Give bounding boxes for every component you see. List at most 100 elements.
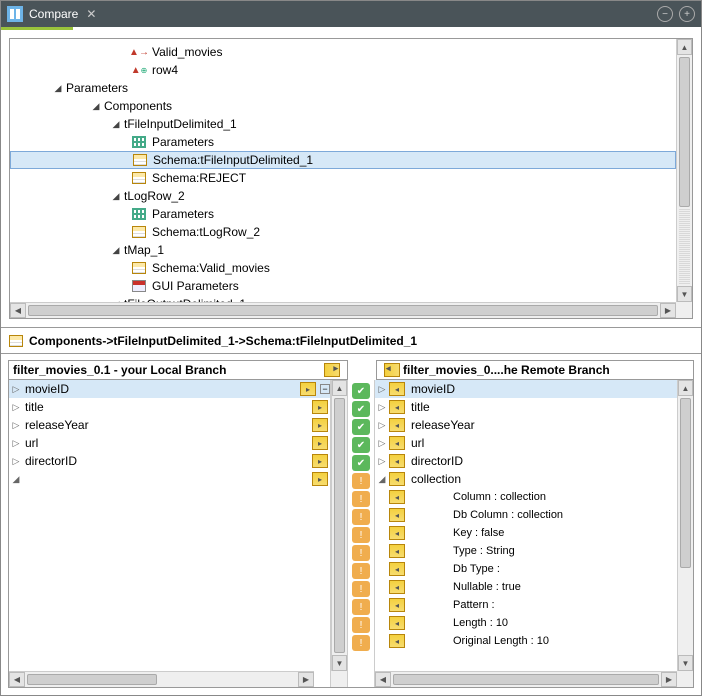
params-icon — [131, 207, 147, 221]
match-icon: ✔ — [352, 401, 370, 417]
tree-item[interactable]: Schema:tLogRow_2 — [150, 225, 260, 239]
tree-item-selected[interactable]: Schema:tFileInputDelimited_1 — [151, 153, 313, 167]
expand-toggle[interactable]: ▷ — [377, 384, 387, 395]
local-schema-list[interactable]: ▷movieID▸− ▷title▸ ▷releaseYear▸ ▷url▸ ▷… — [9, 380, 331, 687]
schema-icon — [132, 153, 148, 167]
field-item[interactable]: url — [407, 436, 424, 450]
tree-item[interactable]: Schema:REJECT — [150, 171, 246, 185]
remote-horizontal-scrollbar[interactable]: ◀▶ — [375, 671, 677, 687]
diff-icon: ! — [352, 527, 370, 543]
remote-branch-label: filter_movies_0....he Remote Branch — [403, 363, 610, 377]
remote-vertical-scrollbar[interactable]: ▲▼ — [677, 380, 693, 671]
field-item[interactable]: url — [21, 436, 310, 450]
tree-item[interactable]: Parameters — [150, 135, 214, 149]
copy-left-button[interactable]: ◂ — [389, 400, 405, 414]
expand-toggle[interactable]: ▷ — [377, 456, 387, 467]
diff-icon: ! — [352, 617, 370, 633]
copy-left-button[interactable]: ◂ — [389, 544, 405, 558]
tree-item[interactable]: tLogRow_2 — [122, 189, 185, 203]
field-detail: Type : String — [407, 545, 515, 557]
field-detail: Db Type : — [407, 563, 500, 575]
structure-tree[interactable]: ▲→Valid_movies ▲⊕row4 ◢Parameters ◢Compo… — [10, 39, 676, 302]
tree-item[interactable]: tMap_1 — [122, 243, 164, 257]
tree-item[interactable]: Components — [102, 99, 172, 113]
local-branch-label: filter_movies_0.1 - your Local Branch — [13, 363, 321, 377]
collapse-toggle[interactable]: ◢ — [377, 474, 387, 485]
expand-toggle[interactable]: ▷ — [377, 438, 387, 449]
remote-schema-list[interactable]: ▷◂movieID ▷◂title ▷◂releaseYear ▷◂url ▷◂… — [375, 380, 693, 687]
copy-left-button[interactable]: ◂ — [389, 490, 405, 504]
copy-left-button[interactable]: ◂ — [389, 418, 405, 432]
copy-right-button[interactable]: ▸ — [312, 454, 328, 468]
field-item[interactable]: title — [407, 400, 430, 414]
tree-item[interactable]: row4 — [150, 63, 178, 77]
local-vertical-scrollbar[interactable]: ▲▼ — [331, 380, 347, 671]
tree-item[interactable]: GUI Parameters — [150, 279, 239, 293]
copy-icon — [324, 363, 340, 377]
field-item[interactable]: collection — [407, 472, 461, 486]
tree-item[interactable]: Valid_movies — [150, 45, 222, 59]
selection-path-bar: Components->tFileInputDelimited_1->Schem… — [1, 328, 701, 354]
match-icon: ✔ — [352, 455, 370, 471]
copy-left-button[interactable]: ◂ — [389, 472, 405, 486]
field-detail: Nullable : true — [407, 581, 521, 593]
field-item[interactable]: directorID — [21, 454, 310, 468]
tree-horizontal-scrollbar[interactable]: ◀▶ — [10, 302, 676, 318]
collapse-toggle[interactable]: ◢ — [110, 191, 122, 202]
schema-icon — [131, 171, 147, 185]
expand-toggle[interactable]: ▷ — [11, 438, 21, 449]
copy-icon — [384, 363, 400, 377]
collapse-toggle[interactable]: ◢ — [11, 474, 21, 485]
copy-left-button[interactable]: ◂ — [389, 436, 405, 450]
copy-left-button[interactable]: ◂ — [389, 562, 405, 576]
copy-left-button[interactable]: ◂ — [389, 598, 405, 612]
minimize-button[interactable]: − — [657, 6, 673, 22]
expand-toggle[interactable]: ▷ — [377, 402, 387, 413]
copy-right-button[interactable]: ▸ — [312, 418, 328, 432]
field-item[interactable]: movieID — [21, 382, 298, 396]
title-bar: Compare ✕ − + — [1, 1, 701, 27]
local-horizontal-scrollbar[interactable]: ◀▶ — [9, 671, 314, 687]
remote-branch-header: filter_movies_0....he Remote Branch — [376, 360, 694, 380]
field-item[interactable]: directorID — [407, 454, 463, 468]
copy-left-button[interactable]: ◂ — [389, 454, 405, 468]
tree-item[interactable]: Schema:Valid_movies — [150, 261, 270, 275]
expand-toggle[interactable]: ▷ — [11, 402, 21, 413]
copy-right-button[interactable]: ▸ — [312, 436, 328, 450]
diff-icon: ! — [352, 545, 370, 561]
expand-toggle[interactable]: ▷ — [11, 456, 21, 467]
field-item[interactable]: title — [21, 400, 310, 414]
maximize-button[interactable]: + — [679, 6, 695, 22]
expand-toggle[interactable]: ▷ — [377, 420, 387, 431]
tree-item[interactable]: tFileInputDelimited_1 — [122, 117, 237, 131]
diff-icon: ! — [352, 563, 370, 579]
collapse-toggle[interactable]: ◢ — [52, 83, 64, 94]
copy-left-button[interactable]: ◂ — [389, 634, 405, 648]
field-item[interactable]: movieID — [407, 382, 455, 396]
copy-left-button[interactable]: ◂ — [389, 526, 405, 540]
collapse-toggle[interactable]: ◢ — [90, 101, 102, 112]
field-item[interactable]: releaseYear — [407, 418, 475, 432]
copy-right-button[interactable]: ▸ — [312, 472, 328, 486]
copy-left-button[interactable]: ◂ — [389, 580, 405, 594]
collapse-toggle[interactable]: ◢ — [110, 119, 122, 130]
field-detail: Key : false — [407, 527, 504, 539]
params-icon — [131, 135, 147, 149]
copy-right-button[interactable]: ▸ — [312, 400, 328, 414]
copy-right-button[interactable]: ▸ — [300, 382, 316, 396]
tree-item[interactable]: Parameters — [64, 81, 128, 95]
tree-vertical-scrollbar[interactable]: ▲ ▼ — [676, 39, 692, 302]
expand-toggle[interactable]: ▷ — [11, 384, 21, 395]
field-item[interactable]: releaseYear — [21, 418, 310, 432]
diff-icon: ! — [352, 635, 370, 651]
copy-left-button[interactable]: ◂ — [389, 616, 405, 630]
copy-left-button[interactable]: ◂ — [389, 382, 405, 396]
collapse-toggle[interactable]: ◢ — [110, 245, 122, 256]
copy-left-button[interactable]: ◂ — [389, 508, 405, 522]
expand-toggle[interactable]: ▷ — [11, 420, 21, 431]
match-icon: ✔ — [352, 437, 370, 453]
diff-icon: ! — [352, 599, 370, 615]
tree-item[interactable]: Parameters — [150, 207, 214, 221]
remove-button[interactable]: − — [320, 384, 330, 394]
close-tab-icon[interactable]: ✕ — [86, 7, 96, 21]
